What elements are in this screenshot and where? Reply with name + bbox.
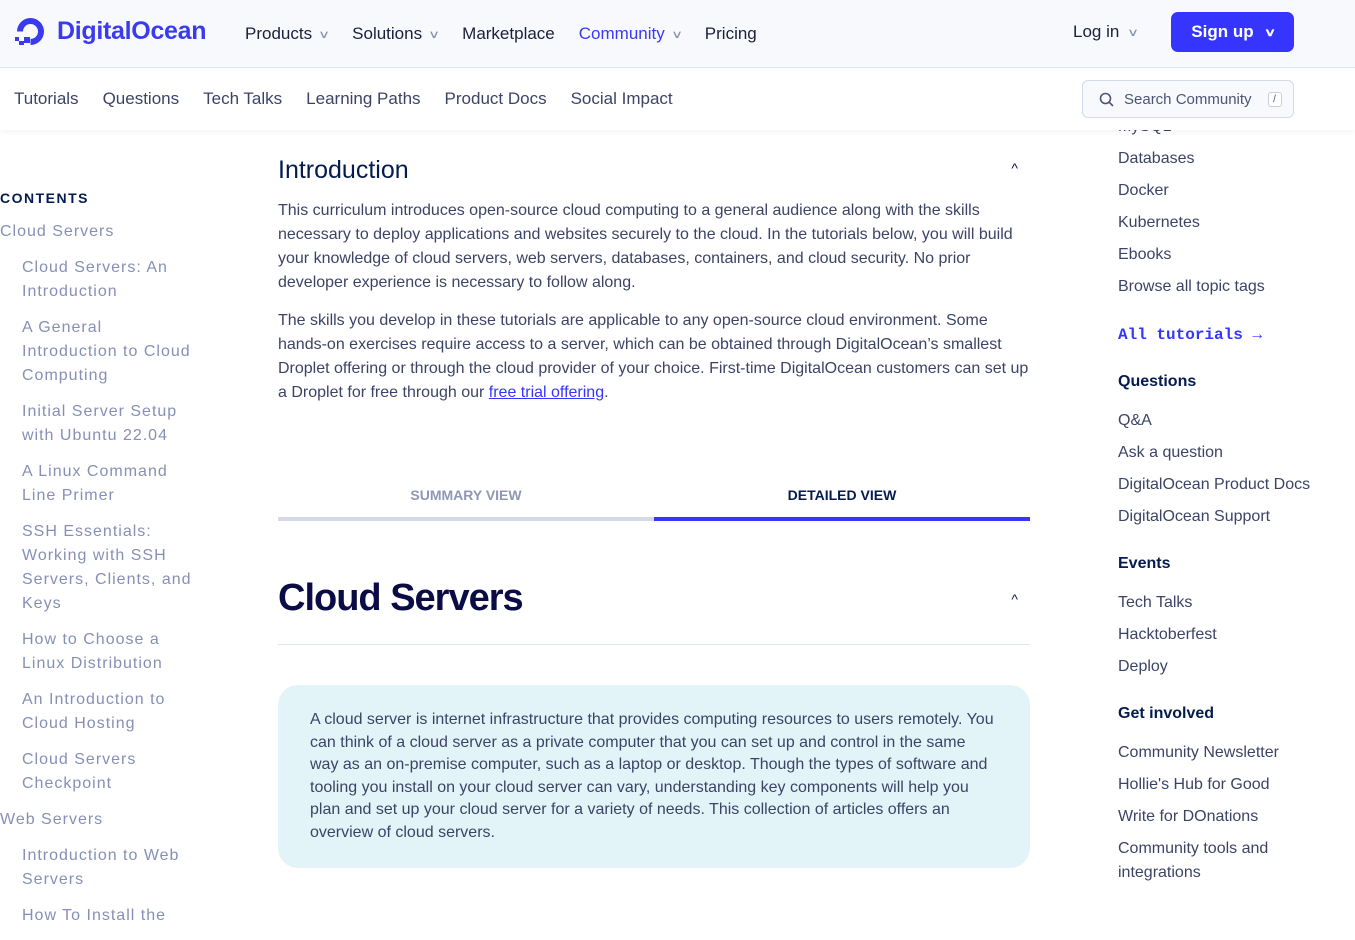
section-header: Cloud Servers ^ [278, 577, 1030, 645]
subnav-tech-talks[interactable]: Tech Talks [203, 89, 282, 109]
toc-heading: CONTENTS [0, 190, 89, 206]
subnav-product-docs[interactable]: Product Docs [445, 89, 547, 109]
signup-button[interactable]: Sign up ∨ [1171, 12, 1294, 52]
right-sidebar: MySQLDatabasesDockerKubernetesEbooksBrow… [1118, 115, 1318, 893]
topic-tag-link[interactable]: Browse all topic tags [1118, 275, 1318, 299]
nav-products[interactable]: Products ∨ [245, 24, 331, 44]
toc-item[interactable]: How to Choose a Linux Distribution [0, 628, 200, 676]
chevron-down-icon: ∨ [1263, 26, 1276, 39]
sidebar-section-title: Events [1118, 555, 1171, 572]
login-label: Log in [1073, 22, 1120, 41]
top-header: DigitalOcean Products ∨ Solutions ∨ Market… [0, 0, 1355, 68]
nav-solutions[interactable]: Solutions ∨ [352, 24, 441, 44]
sidebar-link[interactable]: Deploy [1118, 655, 1318, 679]
nav-label: Community [578, 24, 665, 43]
signup-label: Sign up [1191, 22, 1254, 41]
collapse-chevron-icon[interactable]: ^ [1011, 160, 1018, 185]
toc-item[interactable]: How To Install the [0, 904, 200, 928]
nav-pricing[interactable]: Pricing [705, 24, 757, 44]
paragraph-end: . [604, 384, 609, 401]
nav-label: Pricing [704, 24, 757, 43]
intro-paragraph: This curriculum introduces open-source c… [278, 202, 1013, 291]
toc-item[interactable]: A Linux Command Line Primer [0, 460, 200, 508]
sidebar-link[interactable]: DigitalOcean Product Docs [1118, 473, 1318, 497]
nav-community[interactable]: Community ∨ [578, 24, 683, 44]
subnav-tutorials[interactable]: Tutorials [14, 89, 79, 109]
login-button[interactable]: Log in ∨ [1073, 22, 1140, 42]
free-trial-link[interactable]: free trial offering [489, 384, 604, 401]
toc-item[interactable]: SSH Essentials: Working with SSH Servers… [0, 520, 200, 616]
nav-label: Marketplace [462, 24, 555, 43]
sidebar-link[interactable]: Tech Talks [1118, 591, 1318, 615]
sidebar-link[interactable]: Hollie's Hub for Good [1118, 773, 1318, 797]
paragraph-text: The skills you develop in these tutorial… [278, 312, 1029, 401]
shortcut-key: / [1267, 91, 1282, 107]
sidebar-section-title: Questions [1118, 373, 1197, 390]
topic-tag-link[interactable]: Databases [1118, 147, 1318, 171]
chevron-down-icon: ∨ [1127, 26, 1140, 39]
toc-item[interactable]: Initial Server Setup with Ubuntu 22.04 [0, 400, 200, 448]
sidebar-link[interactable]: DigitalOcean Support [1118, 505, 1318, 529]
chevron-down-icon: ∨ [318, 28, 331, 41]
toc-item[interactable]: An Introduction to Cloud Hosting [0, 688, 200, 736]
topic-tag-link[interactable]: Kubernetes [1118, 211, 1318, 235]
subnav-learning-paths[interactable]: Learning Paths [306, 89, 420, 109]
search-icon [1099, 92, 1114, 107]
sidebar-section-title: Get involved [1118, 705, 1215, 722]
sidebar-link[interactable]: Write for DOnations [1118, 805, 1318, 829]
search-placeholder: Search Community [1124, 90, 1252, 108]
tab-detailed-view[interactable]: DETAILED VIEW [654, 487, 1030, 521]
toc-item[interactable]: Cloud Servers [0, 220, 200, 244]
table-of-contents: CONTENTS Cloud Servers Cloud Servers: An … [0, 190, 200, 940]
brand-name: DigitalOcean [57, 17, 207, 45]
main-content: Introduction ^ This curriculum introduces… [278, 130, 1030, 868]
toc-item[interactable]: Web Servers [0, 808, 200, 832]
sidebar-link[interactable]: Q&A [1118, 409, 1318, 433]
view-tabs: SUMMARY VIEW DETAILED VIEW [278, 487, 1030, 521]
sidebar-link[interactable]: Hacktoberfest [1118, 623, 1318, 647]
logo[interactable]: DigitalOcean [14, 15, 207, 48]
toc-item[interactable]: A General Introduction to Cloud Computin… [0, 316, 200, 388]
nav-marketplace[interactable]: Marketplace [462, 24, 555, 44]
section-description: A cloud server is internet infrastructur… [278, 685, 1030, 868]
community-subnav: Tutorials Questions Tech Talks Learning … [0, 69, 1355, 130]
chevron-down-icon: ∨ [670, 28, 683, 41]
collapse-chevron-icon[interactable]: ^ [1011, 591, 1018, 620]
main-nav: Products ∨ Solutions ∨ Marketplace Communi… [245, 0, 781, 68]
subnav-questions[interactable]: Questions [103, 89, 180, 109]
digitalocean-logo-icon [15, 18, 44, 45]
intro-title: Introduction [278, 156, 409, 184]
section-title: Cloud Servers [278, 577, 524, 619]
nav-label: Solutions [352, 24, 423, 43]
nav-label: Products [245, 24, 313, 43]
sidebar-link[interactable]: Community Newsletter [1118, 741, 1318, 765]
sidebar-link[interactable]: Ask a question [1118, 441, 1318, 465]
chevron-down-icon: ∨ [428, 28, 441, 41]
sidebar-link[interactable]: Community tools and integrations [1118, 837, 1318, 885]
subnav-social-impact[interactable]: Social Impact [571, 89, 673, 109]
search-community-input[interactable]: Search Community / [1082, 80, 1294, 118]
intro-header: Introduction ^ [278, 156, 1030, 185]
topic-tag-link[interactable]: Ebooks [1118, 243, 1318, 267]
all-tutorials-link[interactable]: All tutorials → [1118, 323, 1318, 347]
toc-item[interactable]: Cloud Servers: An Introduction [0, 256, 200, 304]
topic-tag-link[interactable]: Docker [1118, 179, 1318, 203]
toc-item[interactable]: Cloud Servers Checkpoint [0, 748, 200, 796]
intro-paragraph-2: The skills you develop in these tutorial… [278, 309, 1030, 405]
tab-summary-view[interactable]: SUMMARY VIEW [278, 487, 654, 521]
toc-item[interactable]: Introduction to Web Servers [0, 844, 200, 892]
